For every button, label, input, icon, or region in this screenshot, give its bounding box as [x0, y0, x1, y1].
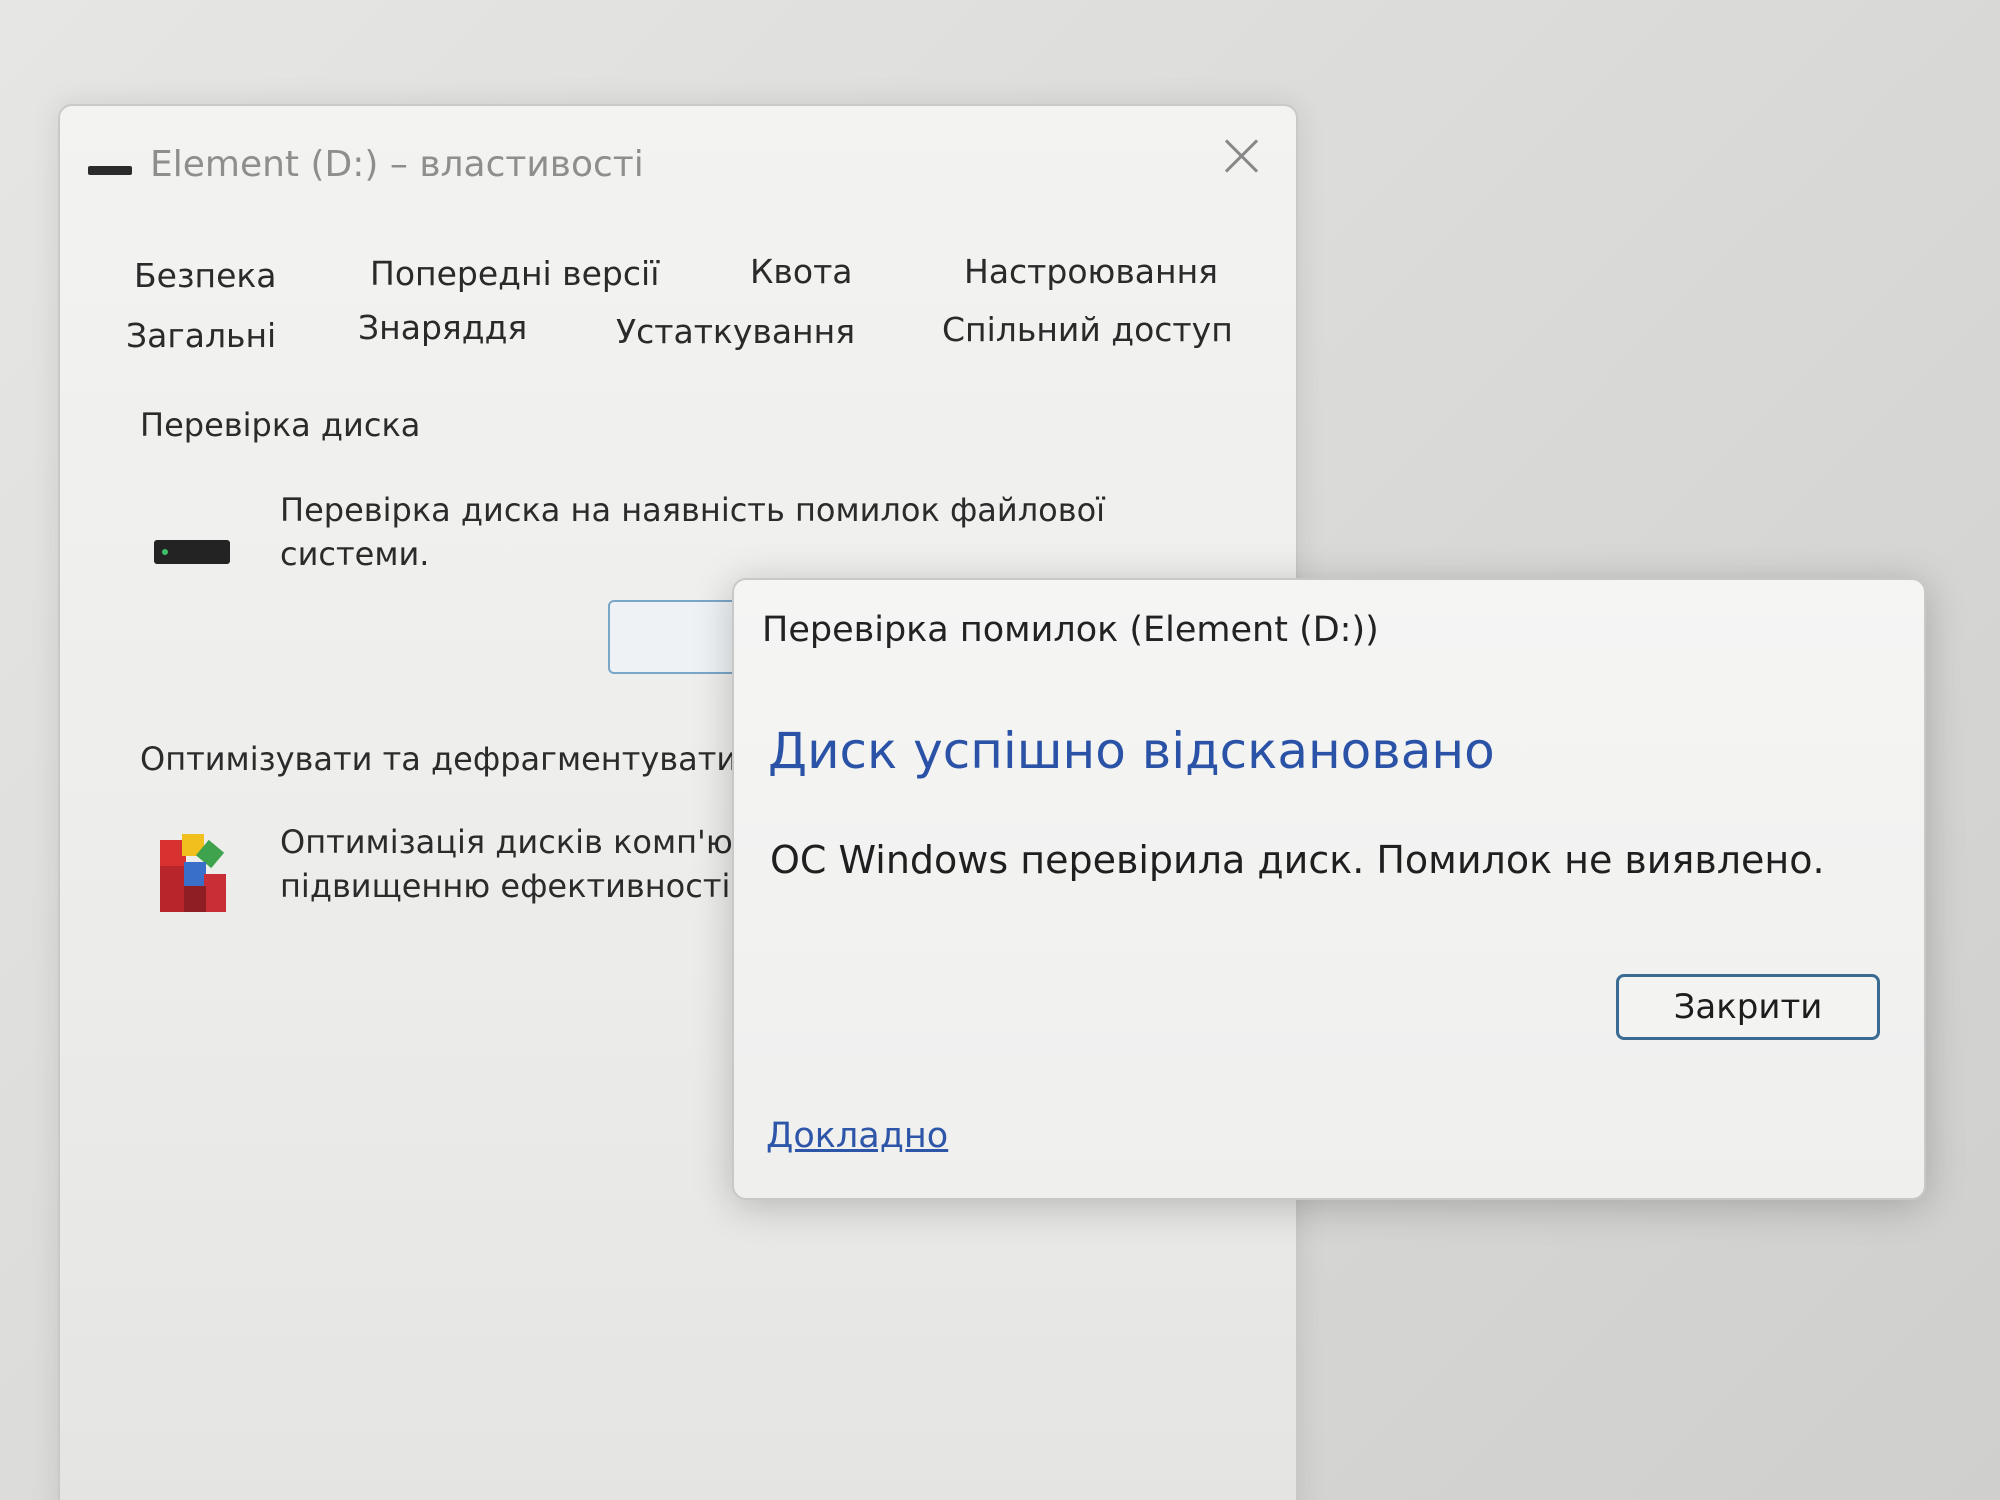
details-link[interactable]: Докладно: [766, 1116, 948, 1156]
tab-customize[interactable]: Настроювання: [964, 252, 1218, 291]
tab-tools[interactable]: Знаряддя: [358, 308, 527, 347]
tab-hardware[interactable]: Устаткування: [616, 312, 855, 351]
tab-sharing[interactable]: Спільний доступ: [942, 310, 1233, 349]
tab-general[interactable]: Загальні: [126, 316, 276, 355]
close-button[interactable]: Закрити: [1616, 974, 1880, 1040]
defrag-icon: [160, 834, 226, 912]
tab-security[interactable]: Безпека: [134, 256, 277, 295]
drive-icon: [88, 166, 132, 175]
tab-quota[interactable]: Квота: [750, 252, 853, 291]
desktop: Element (D:) – властивості Безпека Попер…: [0, 0, 2000, 1500]
dialog-title: Перевірка помилок (Element (D:)): [762, 610, 1379, 650]
dialog-heading: Диск успішно відскановано: [768, 722, 1495, 780]
error-checking-description: Перевірка диска на наявність помилок фай…: [280, 488, 1105, 576]
error-check-dialog: Перевірка помилок (Element (D:)) Диск ус…: [732, 578, 1926, 1200]
optimize-heading: Оптимізувати та дефрагментувати: [140, 740, 738, 778]
drive-icon: [154, 540, 230, 564]
close-icon[interactable]: [1220, 134, 1264, 178]
tab-previous-versions[interactable]: Попередні версії: [370, 254, 659, 293]
error-checking-description-line2: системи.: [280, 535, 430, 573]
error-checking-description-line1: Перевірка диска на наявність помилок фай…: [280, 491, 1106, 529]
window-title: Element (D:) – властивості: [150, 144, 644, 185]
dialog-message: ОС Windows перевірила диск. Помилок не в…: [770, 838, 1825, 882]
title-bar: Element (D:) – властивості: [60, 106, 1296, 192]
error-checking-heading: Перевірка диска: [140, 406, 421, 444]
